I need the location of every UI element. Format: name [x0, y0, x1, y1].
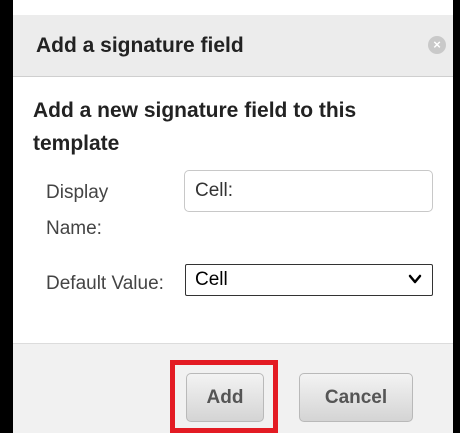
- dialog-heading: Add a new signature field to this templa…: [33, 99, 357, 155]
- add-button[interactable]: Add: [186, 373, 264, 422]
- default-value-label: Default Value:: [46, 273, 164, 294]
- display-name-input[interactable]: [184, 170, 433, 212]
- dialog-titlebar: Add a signature field ×: [13, 15, 453, 77]
- close-icon[interactable]: ×: [428, 36, 446, 54]
- chevron-down-icon: [408, 274, 422, 284]
- dialog-title: Add a signature field: [36, 34, 244, 57]
- display-name-label: Display Name:: [46, 182, 109, 239]
- cancel-button[interactable]: Cancel: [299, 373, 413, 422]
- default-value-select[interactable]: Cell: [185, 264, 433, 296]
- default-value-selected: Cell: [195, 269, 228, 290]
